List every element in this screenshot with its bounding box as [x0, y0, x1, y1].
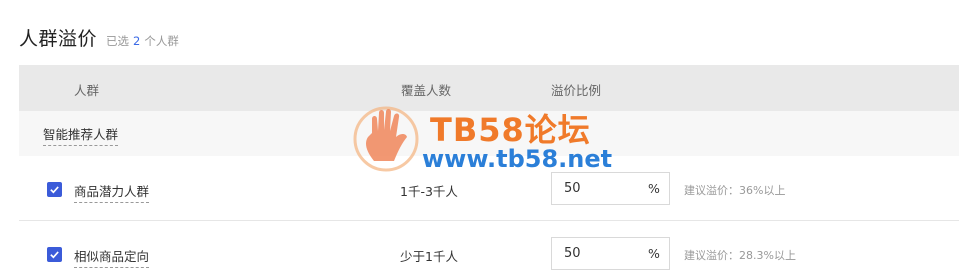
table-row: 相似商品定向 少于1千人 % 建议溢价：28.3%以上: [19, 222, 959, 280]
premium-input[interactable]: [552, 173, 640, 204]
premium-input[interactable]: [552, 238, 640, 269]
group-row: 智能推荐人群: [19, 111, 959, 156]
column-header-premium: 溢价比例: [551, 83, 602, 98]
table-header: 人群 覆盖人数 溢价比例: [19, 65, 959, 111]
premium-field: %: [551, 172, 670, 205]
crowd-name[interactable]: 商品潜力人群: [74, 181, 150, 203]
group-label[interactable]: 智能推荐人群: [43, 124, 119, 146]
crowd-name[interactable]: 相似商品定向: [74, 246, 150, 268]
column-header-group: 人群: [74, 83, 100, 98]
table-row: 商品潜力人群 1千-3千人 % 建议溢价：36%以上: [19, 157, 959, 221]
selected-summary: 已选 2 个人群: [106, 33, 179, 49]
selected-suffix: 个人群: [144, 34, 179, 48]
premium-field: %: [551, 237, 670, 270]
percent-unit: %: [648, 246, 660, 261]
column-header-coverage: 覆盖人数: [401, 83, 452, 98]
row-checkbox[interactable]: [47, 182, 62, 197]
selected-prefix: 已选: [106, 34, 130, 48]
selected-count: 2: [133, 34, 141, 48]
page-title: 人群溢价: [19, 28, 98, 50]
check-icon: [50, 251, 59, 259]
check-icon: [50, 186, 59, 194]
suggested-premium: 建议溢价：28.3%以上: [684, 249, 796, 262]
coverage-value: 少于1千人: [400, 249, 458, 264]
percent-unit: %: [648, 181, 660, 196]
suggested-premium: 建议溢价：36%以上: [684, 184, 786, 197]
row-checkbox[interactable]: [47, 247, 62, 262]
coverage-value: 1千-3千人: [400, 184, 458, 199]
section-header: 人群溢价 已选 2 个人群: [19, 24, 179, 51]
